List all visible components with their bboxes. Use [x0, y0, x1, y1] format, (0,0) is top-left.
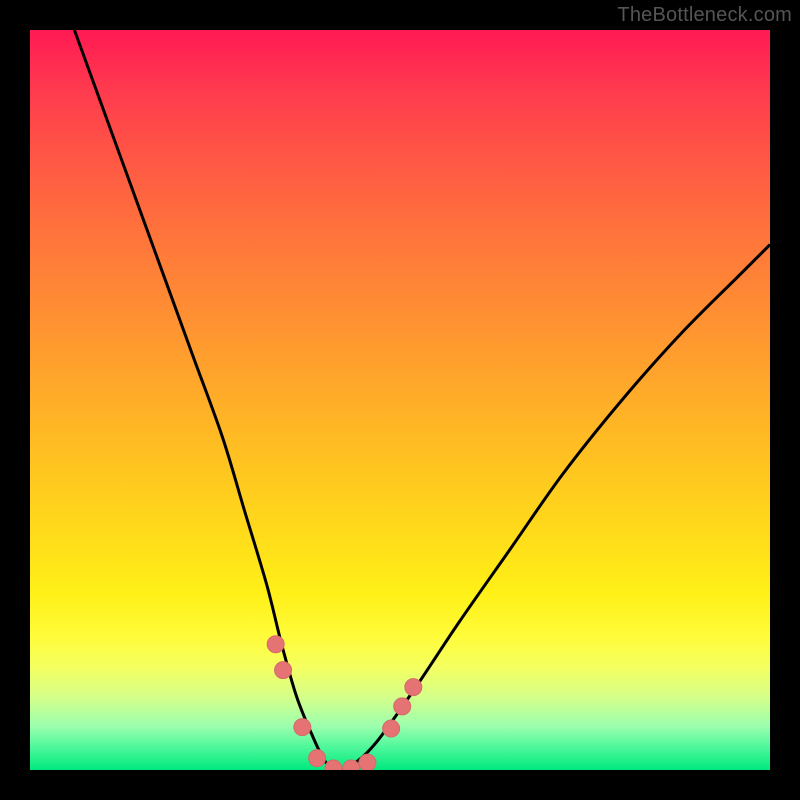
data-marker — [359, 754, 376, 770]
data-marker — [294, 719, 311, 736]
data-marker — [309, 750, 326, 767]
chart-frame: TheBottleneck.com — [0, 0, 800, 800]
plot-area — [30, 30, 770, 770]
curve-line — [74, 30, 770, 770]
watermark-text: TheBottleneck.com — [617, 4, 792, 27]
data-marker — [383, 720, 400, 737]
data-marker — [325, 760, 342, 770]
data-marker — [267, 636, 284, 653]
bottleneck-curve — [30, 30, 770, 770]
data-marker — [394, 698, 411, 715]
data-marker — [405, 679, 422, 696]
data-marker — [275, 662, 292, 679]
